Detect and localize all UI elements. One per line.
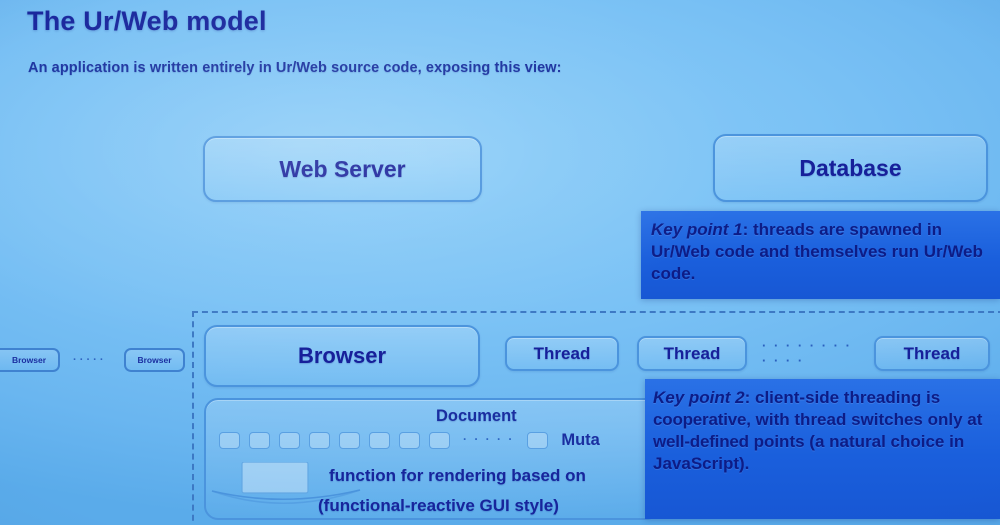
callout-key-point-1-lead: Key point 1 xyxy=(651,220,743,239)
node-database-label: Database xyxy=(799,154,902,181)
dom-node[interactable] xyxy=(369,432,390,449)
node-thread-1-label: Thread xyxy=(533,343,591,363)
dom-node[interactable] xyxy=(249,432,270,449)
dom-node-ellipsis: · · · · · xyxy=(463,432,515,446)
callout-key-point-2-emphasis-a: cooperative xyxy=(653,410,747,430)
callout-key-point-2-body-b: , with thread switches only at xyxy=(746,410,983,430)
node-thread-3-label: Thread xyxy=(903,343,961,363)
page-title: The Ur/Web model xyxy=(27,6,267,36)
node-thread-2[interactable]: Thread xyxy=(637,336,747,371)
callout-key-point-2-body-a: : client-side threading is xyxy=(744,388,941,407)
node-browser-label: Browser xyxy=(297,343,387,368)
dom-node-mutable[interactable] xyxy=(527,432,549,449)
callout-key-point-2: Key point 2: client-side threading is co… xyxy=(645,379,1000,519)
render-caption-line-2: (functional-reactive GUI style) xyxy=(318,496,559,515)
dom-node[interactable] xyxy=(429,432,450,449)
dom-node[interactable] xyxy=(339,432,360,449)
dom-node[interactable] xyxy=(279,432,300,449)
node-browser[interactable]: Browser xyxy=(204,325,480,387)
node-thread-2-label: Thread xyxy=(663,343,721,363)
dom-node-row: · · · · · Muta xyxy=(219,431,600,450)
slide-canvas: The Ur/Web model An application is writt… xyxy=(0,0,1000,525)
node-web-server[interactable]: Web Server xyxy=(203,136,482,202)
node-thread-3[interactable]: Thread xyxy=(874,336,990,371)
render-caption-line-1: function for rendering based on xyxy=(329,466,586,485)
dom-node[interactable] xyxy=(309,432,330,449)
mini-browser-ellipsis: · · · · · xyxy=(73,354,104,366)
node-mini-browser-1-label: Browser xyxy=(11,355,46,365)
callout-key-point-2-emphasis-b: well-defined xyxy=(653,432,749,452)
callout-key-point-1: Key point 1: threads are spawned in Ur/W… xyxy=(641,211,1000,299)
callout-key-point-2-lead: Key point 2 xyxy=(653,388,745,407)
page-subtitle: An application is written entirely in Ur… xyxy=(28,60,562,76)
mutable-label: Muta xyxy=(561,431,600,449)
node-database[interactable]: Database xyxy=(713,134,988,202)
document-label: Document xyxy=(436,407,517,425)
dom-node[interactable] xyxy=(219,432,240,449)
node-mini-browser-2[interactable]: Browser xyxy=(124,348,185,372)
thread-ellipsis: · · · · · · · · · · · · xyxy=(762,338,852,368)
node-web-server-label: Web Server xyxy=(279,155,406,182)
node-mini-browser-1[interactable]: Browser xyxy=(0,348,60,372)
node-thread-1[interactable]: Thread xyxy=(505,336,619,371)
node-mini-browser-2-label: Browser xyxy=(137,355,172,365)
dom-node[interactable] xyxy=(399,432,420,449)
